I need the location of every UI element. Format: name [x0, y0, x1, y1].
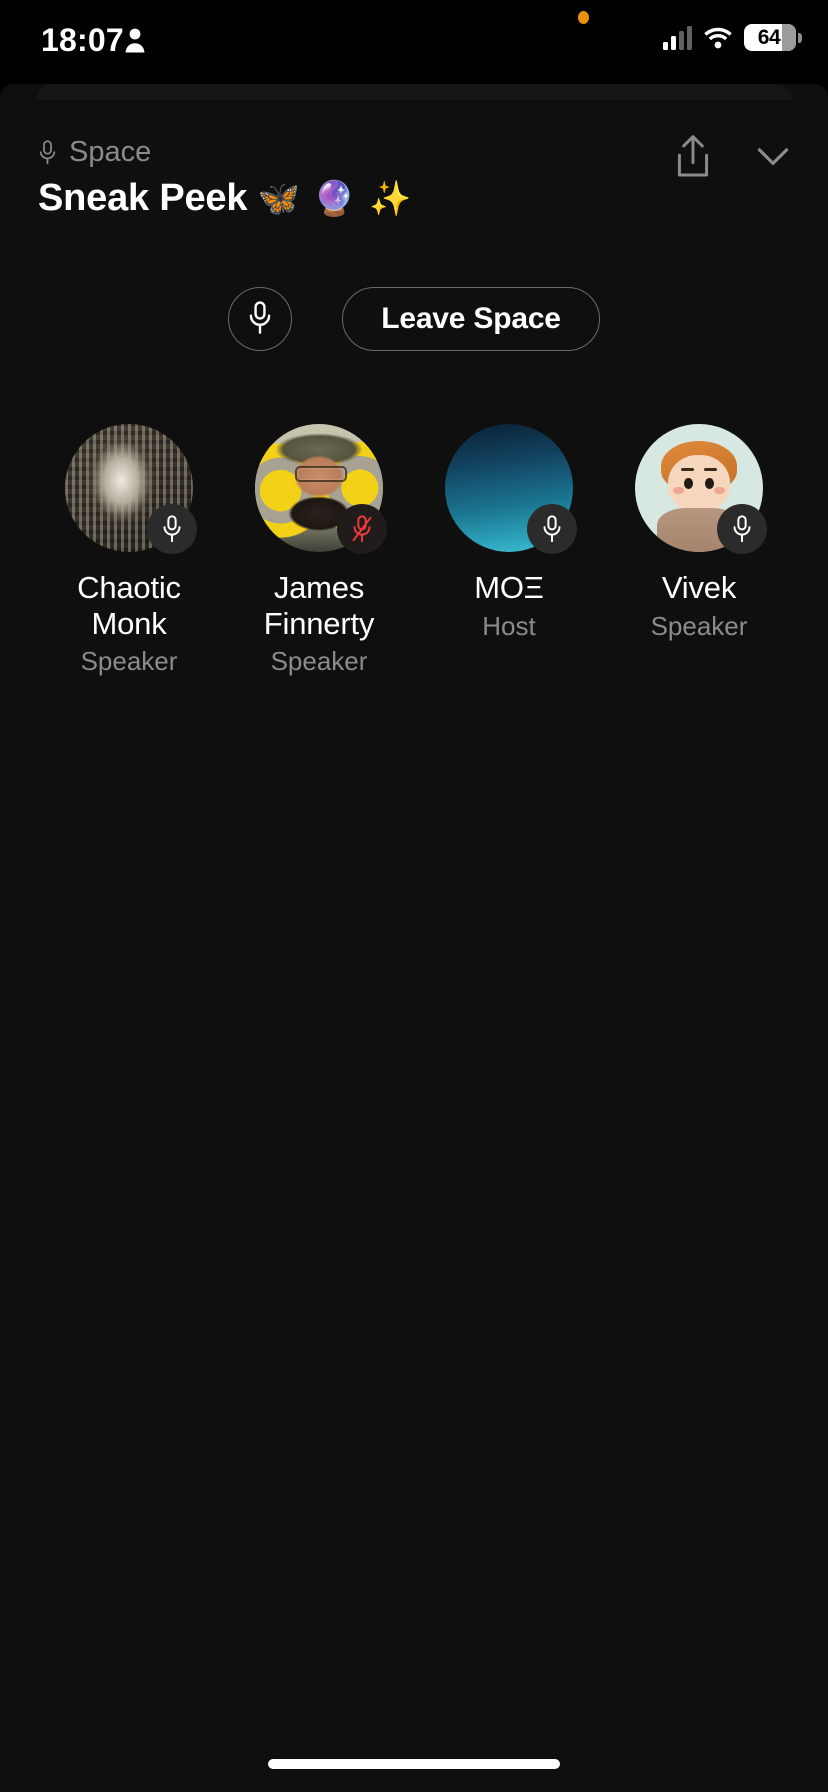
participants-grid: Chaotic Monk Speaker James Finnerty Spea… [34, 424, 794, 677]
wifi-icon [703, 26, 733, 50]
space-title-text: Sneak Peek [38, 177, 248, 219]
participant-card[interactable]: MOΞ Host [414, 424, 604, 677]
participant-role: Host [482, 610, 536, 641]
avatar-wrapper [445, 424, 577, 554]
mic-status-badge [527, 504, 577, 554]
status-bar-indicators: 64 [663, 24, 802, 51]
participant-role: Speaker [270, 646, 368, 677]
sheet-grabber-area [36, 84, 792, 100]
header-actions [672, 134, 794, 178]
mic-status-badge [717, 504, 767, 554]
participant-name: Chaotic Monk [77, 570, 181, 641]
share-up-arrow-icon[interactable] [672, 134, 714, 178]
cellular-bars-icon [663, 25, 692, 50]
microphone-icon [38, 139, 57, 166]
mic-status-badge [147, 504, 197, 554]
microphone-icon [247, 300, 273, 338]
participant-card[interactable]: Vivek Speaker [604, 424, 794, 677]
page-title: Sneak Peek 🦋 🔮 ✨ [38, 177, 414, 220]
space-kicker-label: Space [69, 136, 152, 168]
mic-status-badge-muted [337, 504, 387, 554]
person-icon [124, 27, 146, 53]
space-sheet: Space Sneak Peek 🦋 🔮 ✨ Leave Space Chaot… [0, 84, 828, 1792]
participant-role: Speaker [650, 610, 748, 641]
participant-name: James Finnerty [263, 570, 375, 641]
mic-toggle-button[interactable] [228, 287, 293, 351]
participant-card[interactable]: Chaotic Monk Speaker [34, 424, 224, 677]
battery-percent: 64 [757, 25, 781, 49]
status-bar: 18:07 64 [0, 0, 828, 84]
avatar-wrapper [635, 424, 767, 554]
status-bar-time: 18:07 [41, 22, 124, 58]
battery-icon: 64 [744, 24, 802, 51]
avatar-wrapper [255, 424, 387, 554]
participant-role: Speaker [80, 646, 178, 677]
privacy-indicator-dot [578, 11, 589, 24]
participant-card[interactable]: James Finnerty Speaker [224, 424, 414, 677]
avatar-wrapper [65, 424, 197, 554]
space-title-emoji: 🦋 🔮 ✨ [257, 180, 414, 218]
chevron-down-icon[interactable] [752, 134, 794, 178]
home-indicator[interactable] [268, 1759, 560, 1769]
participant-name: Vivek [661, 570, 737, 605]
space-controls: Leave Space [0, 287, 828, 351]
leave-space-button[interactable]: Leave Space [342, 287, 600, 351]
space-kicker: Space [38, 136, 151, 169]
participant-name: MOΞ [474, 570, 544, 605]
